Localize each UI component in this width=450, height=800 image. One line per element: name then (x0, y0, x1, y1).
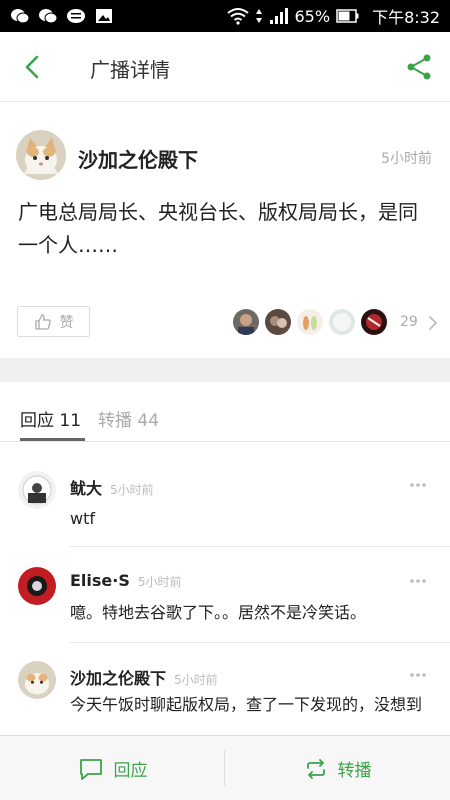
liker-avatar[interactable] (265, 309, 291, 335)
tab-bar: 回应 11 转播 44 (0, 382, 450, 442)
more-icon[interactable] (408, 577, 428, 585)
commenter-avatar[interactable] (18, 567, 56, 605)
repost-label: 转播 (337, 761, 372, 781)
post-text: 广电总局局长、央视台长、版权局局长，是同一个人…… (18, 200, 418, 257)
commenter-avatar[interactable] (18, 471, 56, 509)
wifi-icon (226, 8, 249, 25)
commenter-name[interactable]: 沙加之伦殿下 5小时前 (70, 665, 218, 689)
active-tab-indicator (20, 438, 85, 441)
reply-button[interactable]: 回应 (0, 736, 225, 800)
comment-timestamp: 5小时前 (174, 673, 218, 687)
section-divider (0, 358, 450, 382)
list-item: Elise·S 5小时前 噫。特地去谷歌了下。。居然不是冷笑话。 (0, 547, 450, 643)
commenter-name-text: 沙加之伦殿下 (70, 669, 167, 688)
comment-text: wtf (70, 509, 95, 528)
repost-icon (306, 758, 325, 779)
wechat-icon (39, 9, 58, 24)
share-button[interactable] (404, 52, 434, 82)
tab-replies-label: 回应 11 (20, 411, 82, 431)
bottom-action-bar: 回应 转播 (0, 735, 450, 800)
status-bar: 65% 下午8:32 (0, 0, 450, 32)
more-icon[interactable] (408, 671, 428, 679)
liker-avatar[interactable] (297, 309, 323, 335)
chevron-right-icon[interactable] (426, 314, 440, 332)
like-count[interactable]: 29 (400, 314, 418, 330)
thumbs-up-icon (34, 313, 51, 330)
data-arrows-icon (255, 9, 262, 23)
notification-icons (10, 7, 114, 25)
likers-avatars[interactable] (233, 309, 387, 335)
commenter-avatar[interactable] (18, 661, 56, 699)
system-status: 65% 下午8:32 (226, 4, 440, 28)
page-title: 广播详情 (90, 58, 170, 82)
image-icon (96, 9, 112, 23)
tab-replies[interactable]: 回应 11 (20, 406, 85, 441)
comment-text: 今天午饭时聊起版权局，查了一下发现的，没想到 (70, 695, 423, 714)
commenter-name[interactable]: 鱿大 5小时前 (70, 475, 154, 499)
message-icon (67, 9, 85, 23)
back-button[interactable] (18, 52, 48, 82)
list-item: 沙加之伦殿下 5小时前 今天午饭时聊起版权局，查了一下发现的，没想到 (0, 643, 450, 735)
post-card: 沙加之伦殿下 5小时前 广电总局局长、央视台长、版权局局长，是同一个人…… 赞 … (0, 102, 450, 358)
more-icon[interactable] (408, 481, 428, 489)
list-item: 鱿大 5小时前 wtf (0, 443, 450, 547)
comment-timestamp: 5小时前 (137, 575, 182, 589)
comment-bubble-icon (79, 758, 102, 780)
comment-text: 噫。特地去谷歌了下。。居然不是冷笑话。 (70, 603, 367, 622)
repost-button[interactable]: 转播 (225, 736, 450, 800)
post-author-name[interactable]: 沙加之伦殿下 (78, 144, 198, 173)
liker-avatar[interactable] (233, 309, 259, 335)
post-timestamp: 5小时前 (381, 151, 432, 167)
reply-label: 回应 (113, 761, 148, 781)
like-label: 赞 (59, 314, 74, 331)
tab-reposts[interactable]: 转播 44 (98, 406, 159, 431)
battery-percent: 65% (294, 6, 331, 26)
comment-timestamp: 5小时前 (110, 483, 154, 497)
tab-reposts-label: 转播 44 (98, 411, 160, 431)
clock: 下午8:32 (372, 8, 440, 27)
like-button[interactable]: 赞 (17, 306, 90, 337)
liker-avatar[interactable] (329, 309, 355, 335)
cat-avatar-image (16, 130, 66, 180)
app-header: 广播详情 (0, 32, 450, 102)
signal-icon (269, 8, 288, 24)
wechat-icon (11, 9, 30, 24)
commenter-name-text: 鱿大 (70, 479, 103, 498)
commenter-name[interactable]: Elise·S 5小时前 (70, 571, 182, 590)
battery-icon (336, 9, 359, 23)
liker-avatar[interactable] (361, 309, 387, 335)
commenter-name-text: Elise·S (70, 571, 130, 590)
author-avatar[interactable] (16, 130, 66, 180)
